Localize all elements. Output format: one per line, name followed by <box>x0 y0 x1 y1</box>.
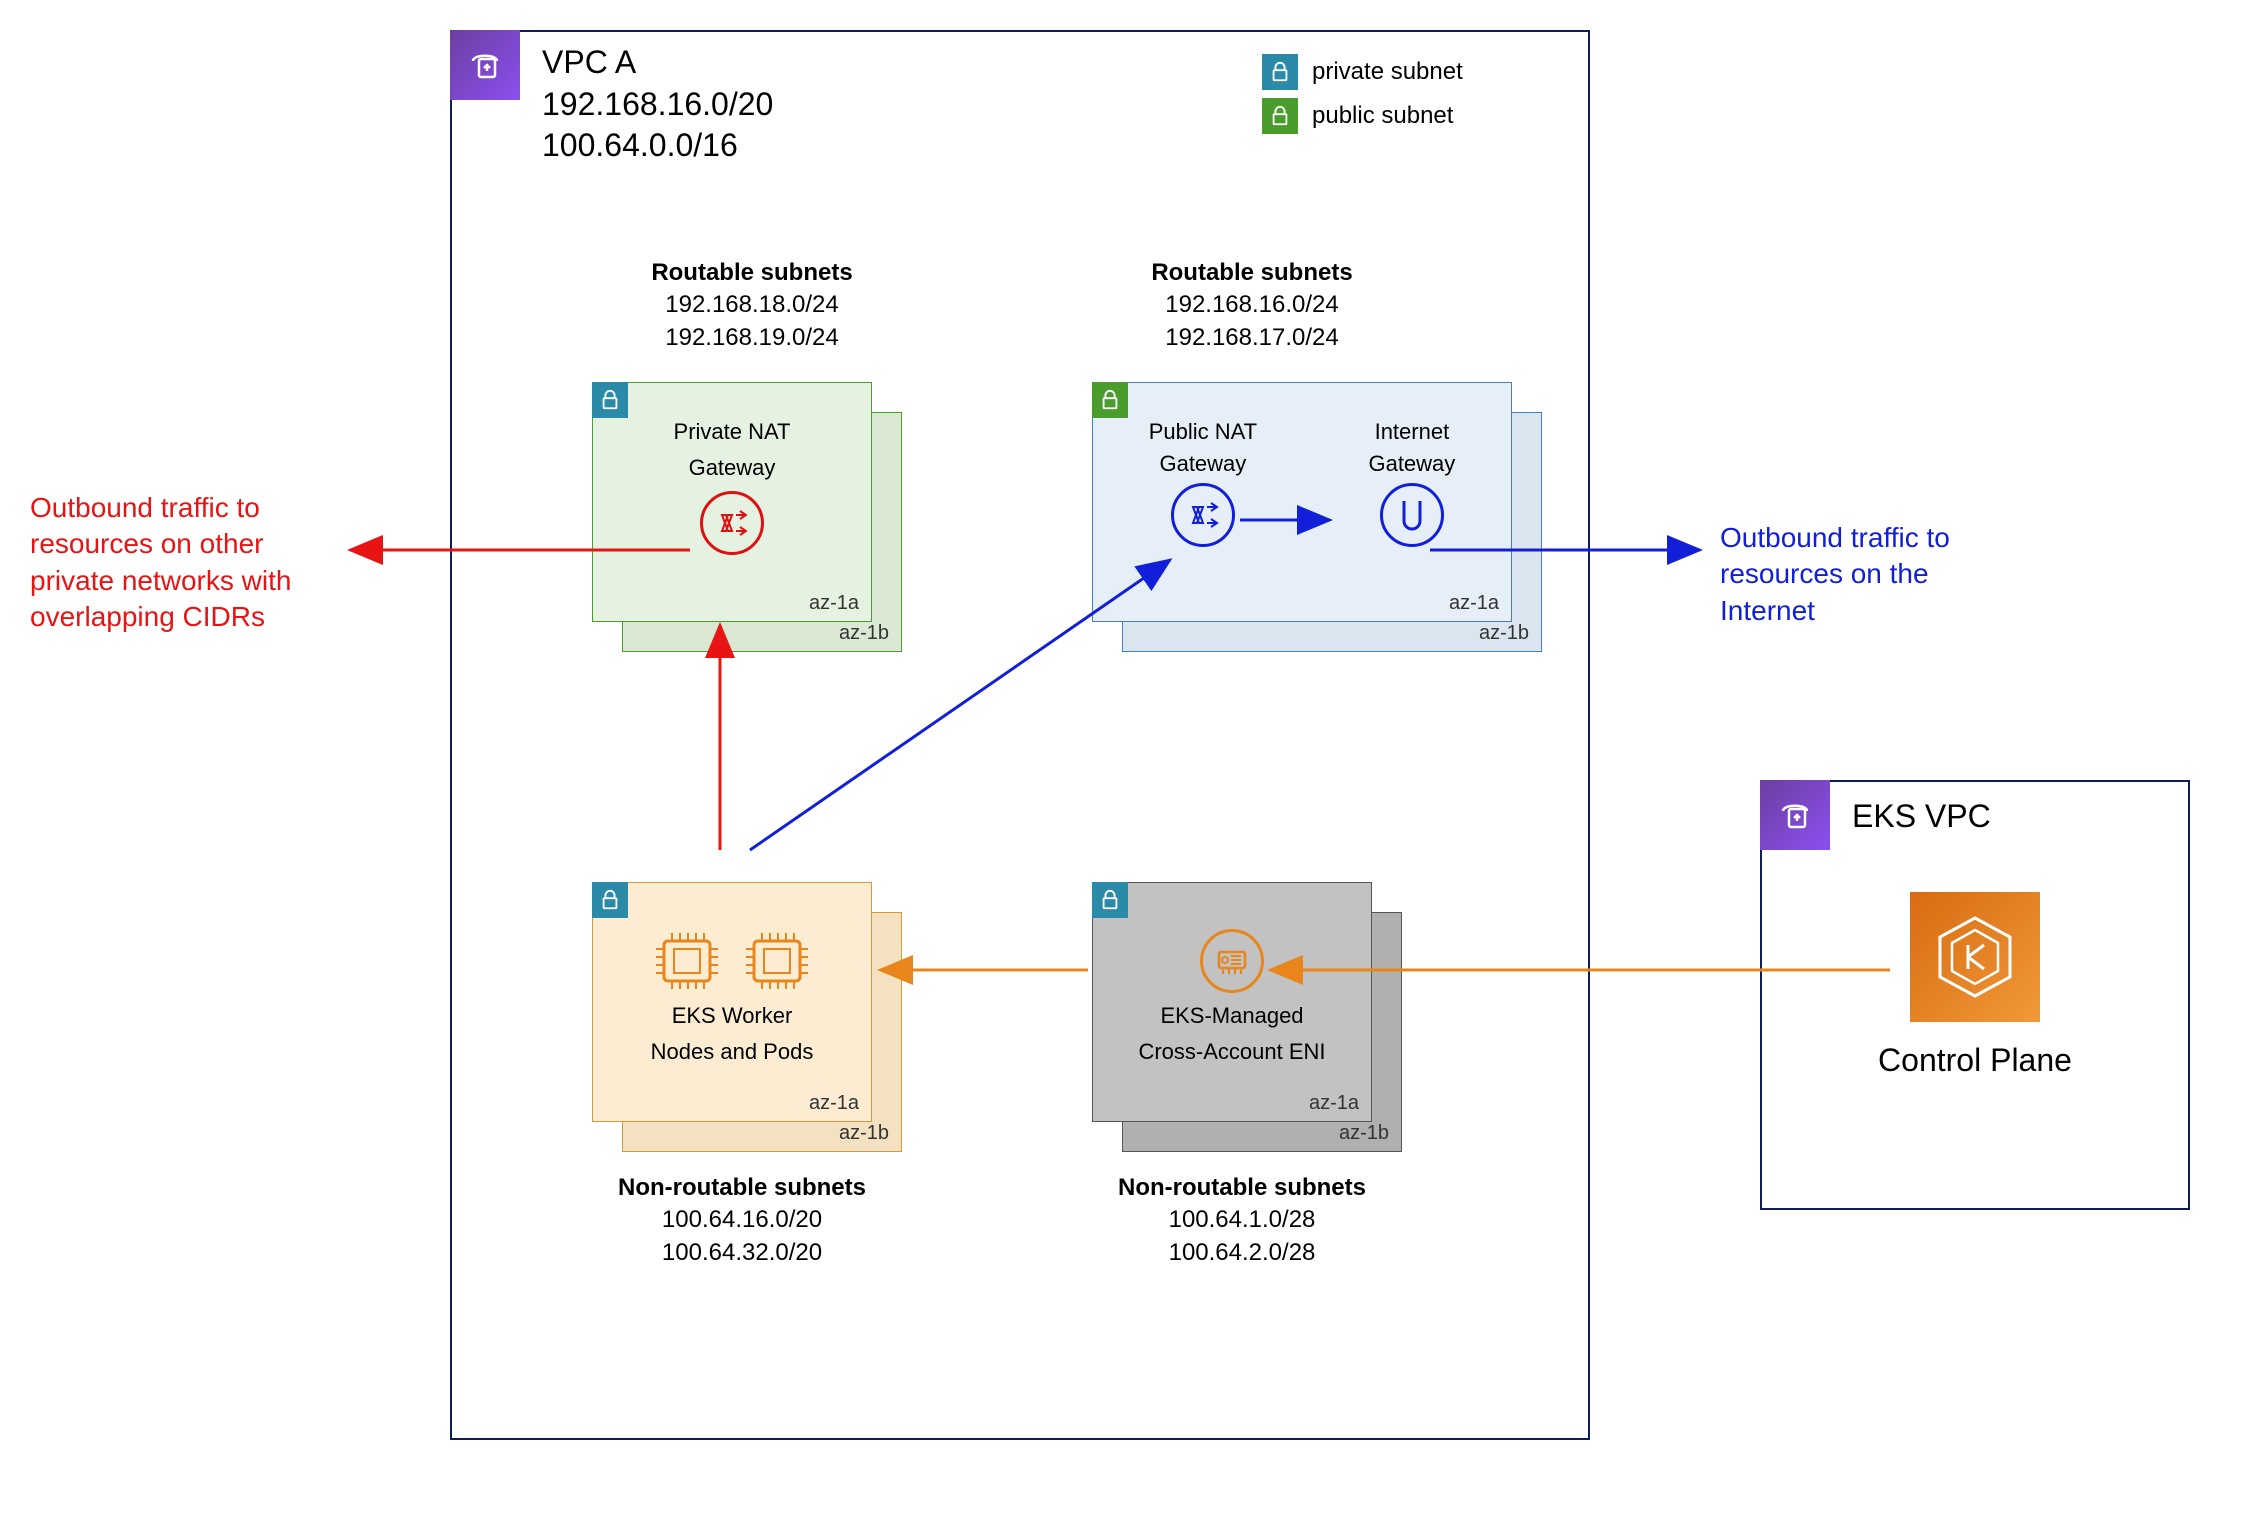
eks-nodes-front-az: az-1a <box>809 1092 859 1115</box>
igw-title: Internet <box>1375 419 1450 445</box>
vpc-a-title-block: VPC A 192.168.16.0/20 100.64.0.0/16 <box>542 42 773 167</box>
private-nat-card-front: Private NAT Gateway az-1a <box>592 382 872 622</box>
eni-lock-icon <box>1092 882 1128 918</box>
routable-left-cidr-1: 192.168.18.0/24 <box>592 289 912 321</box>
eks-vpc-icon <box>1760 780 1830 850</box>
eks-vpc-content: Control Plane <box>1762 892 2188 1079</box>
eks-nodes-title: EKS Worker <box>672 1003 793 1029</box>
legend-public-label: public subnet <box>1312 102 1453 130</box>
eni-back-az: az-1b <box>1339 1122 1389 1145</box>
routable-right-cidr-1: 192.168.16.0/24 <box>1092 289 1412 321</box>
eks-service-icon <box>1910 892 2040 1022</box>
eks-vpc-container: EKS VPC Control Plane <box>1760 780 2190 1210</box>
vpc-a-name: VPC A <box>542 42 773 84</box>
nonroutable-right-cidr-1: 100.64.1.0/28 <box>1062 1204 1422 1236</box>
public-back-az: az-1b <box>1479 622 1529 645</box>
routable-left-head: Routable subnets <box>592 257 912 289</box>
nonroutable-right-head: Non-routable subnets <box>1062 1172 1422 1204</box>
vpc-a-container: VPC A 192.168.16.0/20 100.64.0.0/16 priv… <box>450 30 1590 1440</box>
eks-nodes-sub: Nodes and Pods <box>651 1039 814 1065</box>
eni-content: EKS-Managed Cross-Account ENI <box>1093 929 1371 1065</box>
eks-nodes-content: EKS Worker Nodes and Pods <box>593 929 871 1065</box>
annotation-internet-outbound: Outbound traffic to resources on the Int… <box>1720 520 2020 629</box>
public-nat-block: Public NAT Gateway <box>1149 419 1257 547</box>
legend-public-icon <box>1262 98 1298 134</box>
igw-sub: Gateway <box>1368 451 1455 477</box>
nonroutable-left-label: Non-routable subnets 100.64.16.0/20 100.… <box>562 1172 922 1269</box>
eni-title: EKS-Managed <box>1160 1003 1303 1029</box>
private-nat-lock-icon <box>592 382 628 418</box>
private-nat-content: Private NAT Gateway <box>593 419 871 555</box>
eks-vpc-title: EKS VPC <box>1852 798 1991 835</box>
legend-private-label: private subnet <box>1312 58 1463 86</box>
routable-left-cidr-2: 192.168.19.0/24 <box>592 322 912 354</box>
chip-icon <box>652 929 722 993</box>
public-nat-title: Public NAT <box>1149 419 1257 445</box>
eks-nodes-lock-icon <box>592 882 628 918</box>
nonroutable-right-cidr-2: 100.64.2.0/28 <box>1062 1237 1422 1269</box>
nonroutable-left-cidr-1: 100.64.16.0/20 <box>562 1204 922 1236</box>
eks-chip-icons <box>652 929 812 993</box>
eni-front-az: az-1a <box>1309 1092 1359 1115</box>
legend-private-row: private subnet <box>1262 54 1463 90</box>
private-nat-back-az: az-1b <box>839 622 889 645</box>
routable-left-label: Routable subnets 192.168.18.0/24 192.168… <box>592 257 912 354</box>
routable-right-cidr-2: 192.168.17.0/24 <box>1092 322 1412 354</box>
private-nat-sub: Gateway <box>689 455 776 481</box>
private-nat-gateway-icon <box>700 491 764 555</box>
eni-card-front: EKS-Managed Cross-Account ENI az-1a <box>1092 882 1372 1122</box>
annotation-private-outbound: Outbound traffic to resources on other p… <box>30 490 350 636</box>
eks-nodes-back-az: az-1b <box>839 1122 889 1145</box>
vpc-a-cidr-1: 192.168.16.0/20 <box>542 84 773 126</box>
annotation-private-outbound-text: Outbound traffic to resources on other p… <box>30 492 291 632</box>
internet-gateway-icon <box>1380 483 1444 547</box>
public-lock-icon <box>1092 382 1128 418</box>
vpc-a-cidr-2: 100.64.0.0/16 <box>542 125 773 167</box>
public-front-az: az-1a <box>1449 592 1499 615</box>
eni-icon <box>1200 929 1264 993</box>
igw-block: Internet Gateway <box>1368 419 1455 547</box>
nonroutable-right-label: Non-routable subnets 100.64.1.0/28 100.6… <box>1062 1172 1422 1269</box>
public-nat-sub: Gateway <box>1159 451 1246 477</box>
eks-nodes-card-front: EKS Worker Nodes and Pods az-1a <box>592 882 872 1122</box>
private-nat-title: Private NAT <box>674 419 791 445</box>
routable-right-label: Routable subnets 192.168.16.0/24 192.168… <box>1092 257 1412 354</box>
private-nat-front-az: az-1a <box>809 592 859 615</box>
vpc-icon <box>450 30 520 100</box>
legend: private subnet public subnet <box>1262 54 1463 134</box>
public-card-front: Public NAT Gateway Internet Gateway az-1… <box>1092 382 1512 622</box>
public-nat-gateway-icon <box>1171 483 1235 547</box>
nonroutable-left-head: Non-routable subnets <box>562 1172 922 1204</box>
legend-private-icon <box>1262 54 1298 90</box>
control-plane-label: Control Plane <box>1878 1042 2072 1079</box>
public-content: Public NAT Gateway Internet Gateway <box>1093 419 1511 547</box>
routable-right-head: Routable subnets <box>1092 257 1412 289</box>
eni-sub: Cross-Account ENI <box>1138 1039 1325 1065</box>
chip-icon <box>742 929 812 993</box>
annotation-internet-outbound-text: Outbound traffic to resources on the Int… <box>1720 522 1950 626</box>
legend-public-row: public subnet <box>1262 98 1463 134</box>
nonroutable-left-cidr-2: 100.64.32.0/20 <box>562 1237 922 1269</box>
